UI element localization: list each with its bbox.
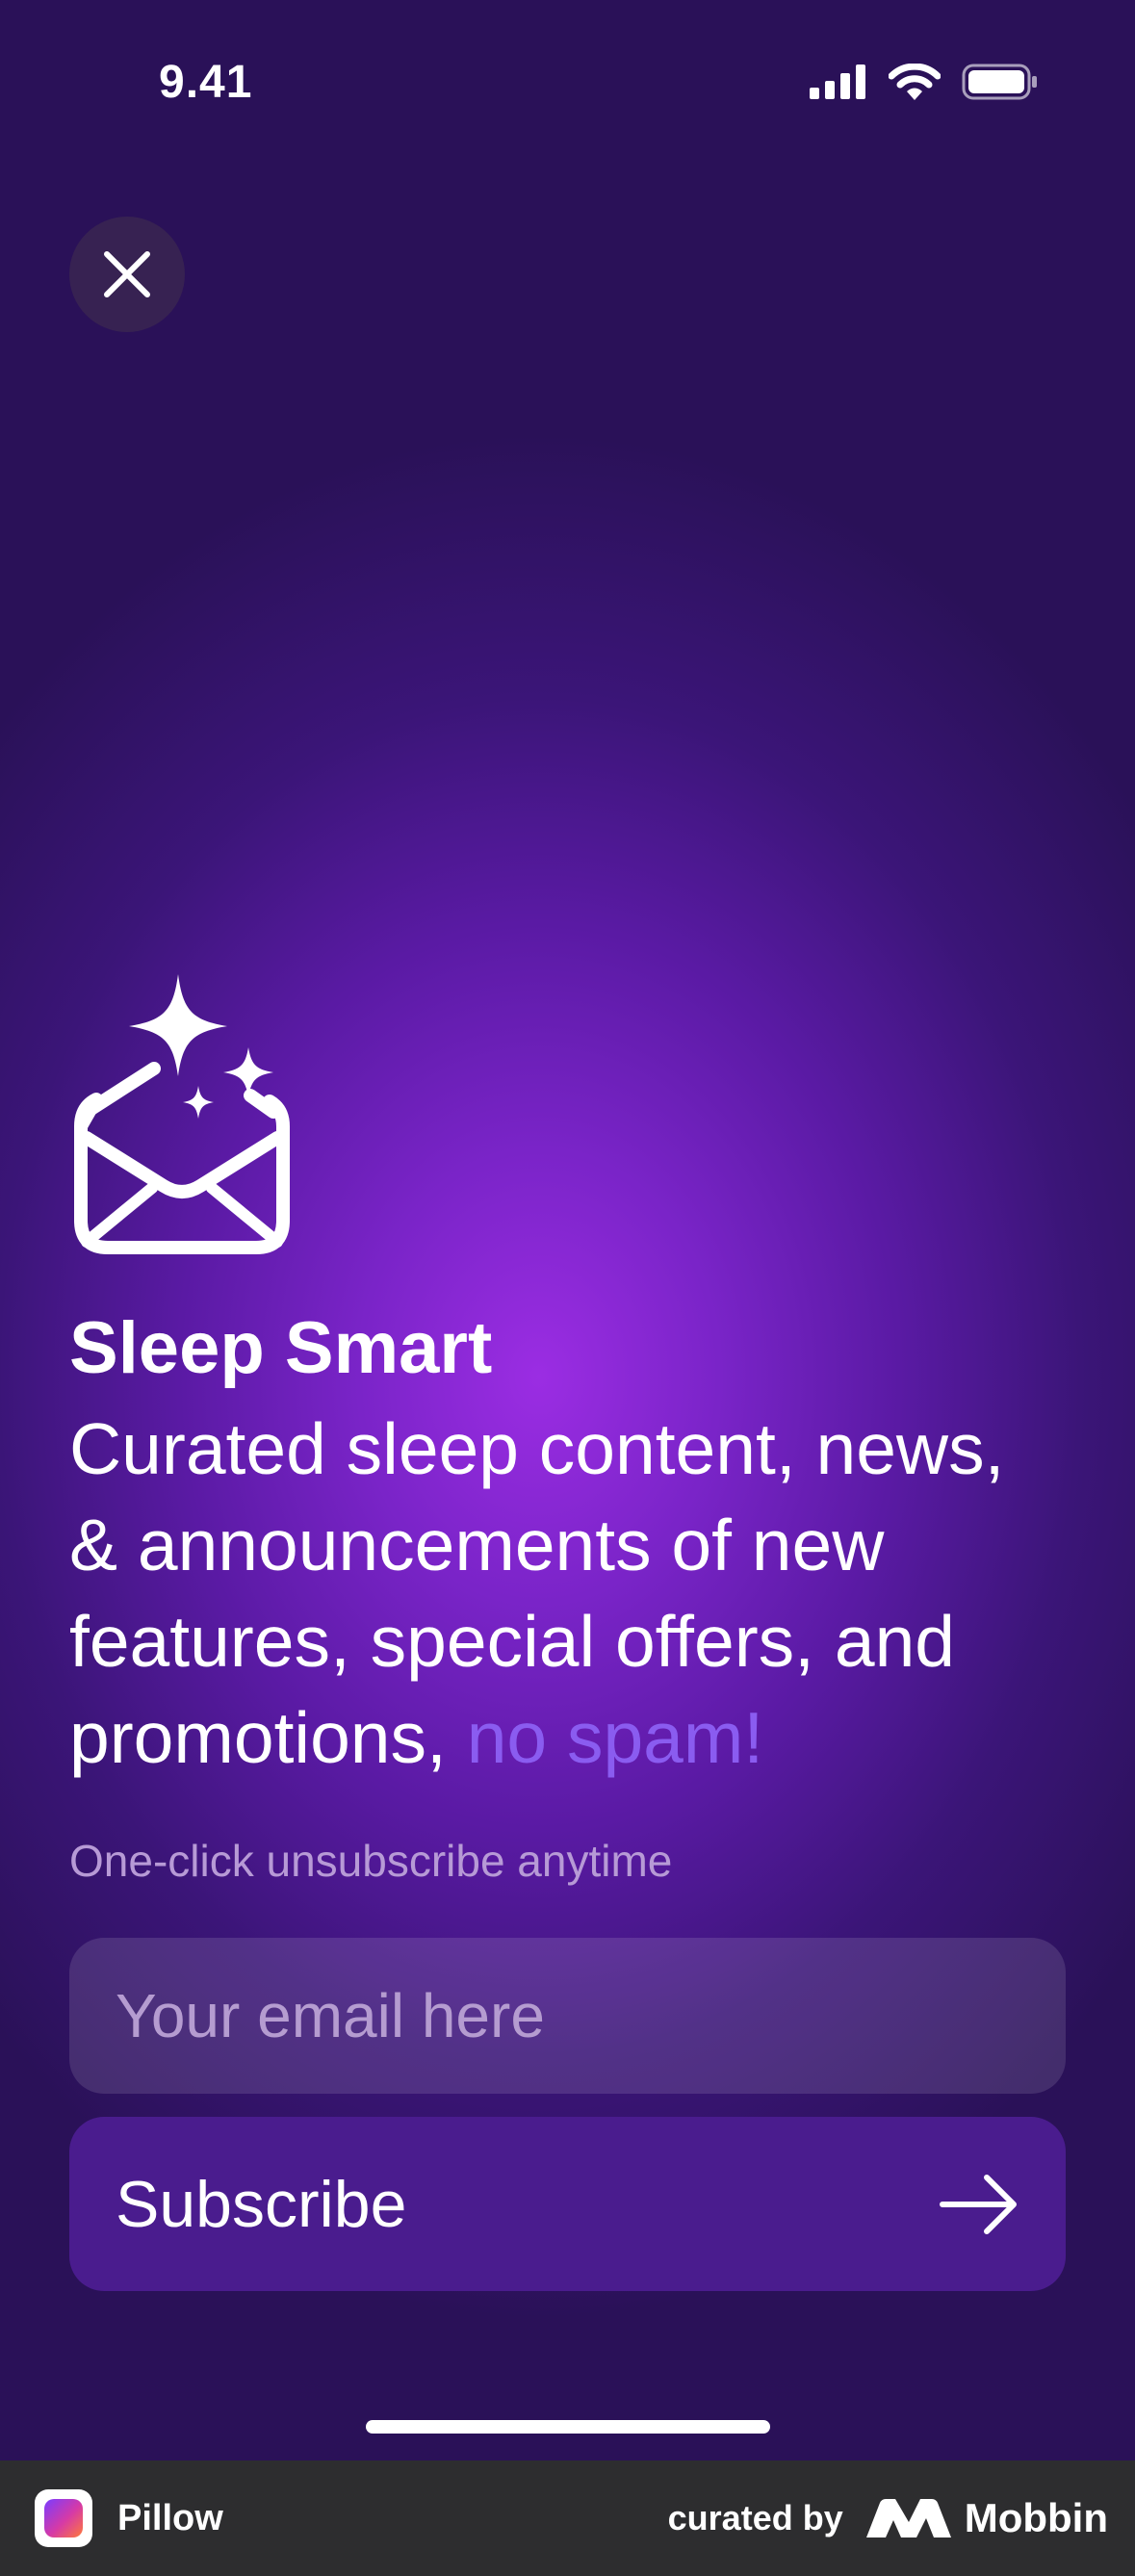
- email-field[interactable]: [69, 1938, 1066, 2094]
- page-title: Sleep Smart: [69, 1307, 493, 1389]
- no-spam-highlight: no spam!: [466, 1697, 764, 1778]
- app-name: Pillow: [117, 2497, 223, 2538]
- home-indicator[interactable]: [366, 2420, 770, 2434]
- status-icons: [810, 64, 1039, 100]
- cellular-signal-icon: [810, 64, 865, 99]
- mobbin-name: Mobbin: [964, 2495, 1108, 2540]
- branding-bar: Pillow curated by Mobbin: [0, 2460, 1135, 2576]
- close-icon: [104, 251, 150, 297]
- wifi-icon: [889, 64, 941, 100]
- mobbin-logo: Mobbin: [865, 2495, 1108, 2541]
- battery-icon: [962, 64, 1037, 100]
- close-button[interactable]: [69, 217, 185, 332]
- app-brand: Pillow: [35, 2489, 223, 2547]
- mobbin-mark-icon: [865, 2499, 951, 2537]
- description: Curated sleep content, news, & announcem…: [69, 1401, 1071, 1786]
- paywall-screen: 9.41 Sleep Smart Curated sleep content, …: [0, 0, 1135, 2460]
- curator-brand: curated by Mobbin: [668, 2495, 1108, 2541]
- subscribe-button[interactable]: Subscribe: [69, 2117, 1066, 2291]
- subscribe-label: Subscribe: [116, 2167, 407, 2241]
- curated-by-label: curated by: [667, 2498, 843, 2537]
- arrow-right-icon: [940, 2174, 1017, 2234]
- envelope-sparkles-icon: [74, 974, 290, 1254]
- unsubscribe-note: One-click unsubscribe anytime: [69, 1836, 673, 1886]
- status-time: 9.41: [159, 57, 253, 108]
- pillow-app-icon: [35, 2489, 92, 2547]
